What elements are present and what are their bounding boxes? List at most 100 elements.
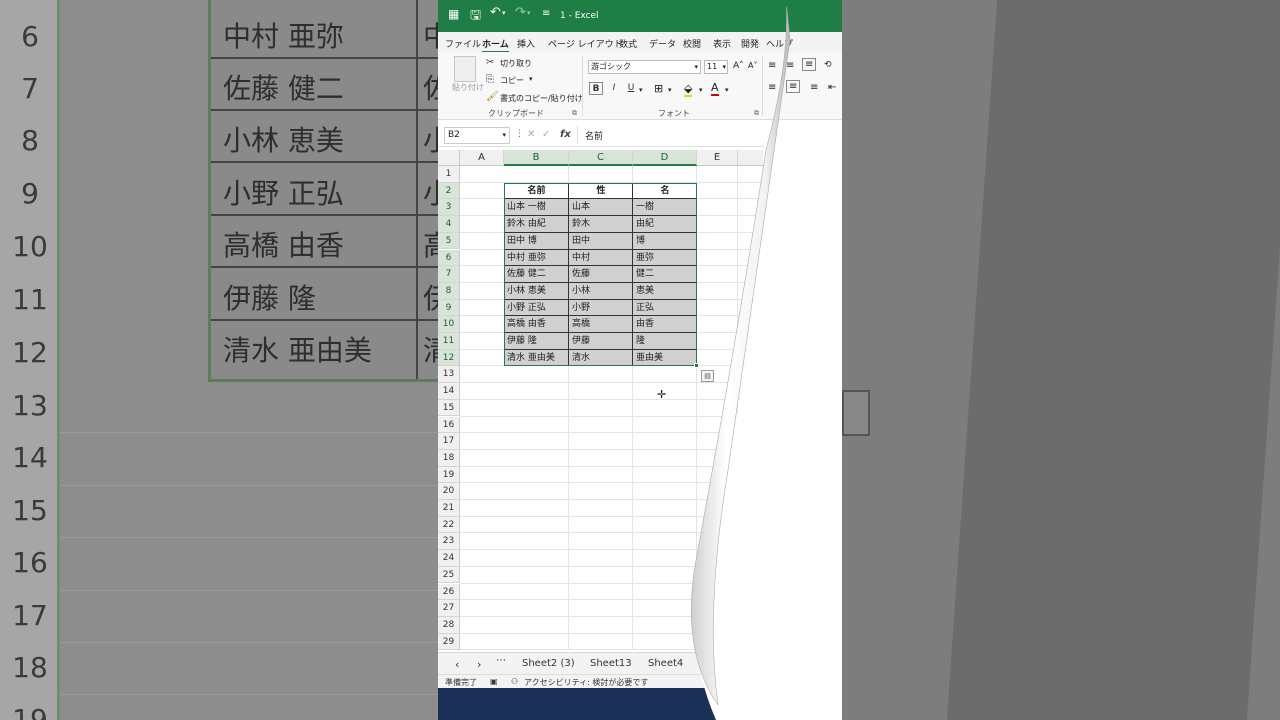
- table-cell[interactable]: 田中: [569, 232, 633, 250]
- column-header-g[interactable]: G: [794, 150, 842, 166]
- copy-dropdown-icon[interactable]: ▾: [529, 75, 533, 83]
- align-middle-icon[interactable]: ≡: [786, 60, 794, 71]
- table-cell[interactable]: 由香: [633, 316, 697, 333]
- row-header-16[interactable]: 16: [438, 416, 460, 434]
- cut-label[interactable]: 切り取り: [500, 58, 532, 69]
- row-header-11[interactable]: 11: [438, 333, 460, 350]
- tab-page-layout[interactable]: ページ レイアウト: [548, 37, 623, 50]
- fill-color-icon[interactable]: ⬙: [684, 82, 693, 97]
- row-header-17[interactable]: 17: [438, 433, 460, 450]
- align-center-icon[interactable]: ≡: [786, 80, 801, 93]
- row-header-10[interactable]: 10: [438, 316, 460, 333]
- tab-formulas[interactable]: 数式: [619, 37, 637, 50]
- table-cell[interactable]: 中村 亜弥: [504, 249, 569, 267]
- undo-icon[interactable]: ↶: [490, 5, 501, 20]
- bold-button[interactable]: B: [589, 82, 603, 95]
- tab-data[interactable]: データ: [649, 37, 676, 50]
- row-header-28[interactable]: 28: [438, 616, 460, 634]
- tab-file[interactable]: ファイル: [445, 37, 481, 50]
- paste-icon[interactable]: [454, 56, 476, 82]
- row-header-19[interactable]: 19: [438, 466, 460, 484]
- table-cell[interactable]: 正弘: [633, 299, 697, 317]
- font-size-select[interactable]: 11 ▾: [704, 60, 728, 74]
- table-cell[interactable]: 山本: [569, 199, 633, 217]
- row-header-29[interactable]: 29: [438, 633, 460, 650]
- format-painter-label[interactable]: 書式のコピー/貼り付け: [500, 93, 583, 104]
- row-header-2[interactable]: 2: [438, 182, 460, 200]
- tab-help[interactable]: ヘルプ: [766, 37, 793, 50]
- row-header-9[interactable]: 9: [438, 299, 460, 317]
- fill-handle[interactable]: [694, 363, 699, 369]
- row-header-4[interactable]: 4: [438, 216, 460, 233]
- font-name-select[interactable]: 游ゴシック ▾: [588, 60, 701, 74]
- name-box[interactable]: B2 ▾: [444, 127, 510, 144]
- quick-analysis-icon[interactable]: ▤: [701, 370, 714, 383]
- accessibility-status[interactable]: アクセシビリティ: 検討が必要です: [524, 677, 648, 688]
- row-header-7[interactable]: 7: [438, 266, 460, 283]
- table-cell[interactable]: 博: [633, 232, 697, 250]
- paste-label[interactable]: 貼り付け: [452, 82, 484, 93]
- borders-icon[interactable]: ⊞: [654, 82, 663, 95]
- tab-review[interactable]: 校閲: [683, 37, 701, 50]
- row-header-23[interactable]: 23: [438, 533, 460, 551]
- clipboard-launcher-icon[interactable]: ⧉: [572, 109, 577, 118]
- indent-icon[interactable]: ⇤: [828, 82, 836, 93]
- more-sheets-icon[interactable]: ⋯: [496, 655, 506, 666]
- table-cell[interactable]: 中村: [569, 249, 633, 267]
- underline-button[interactable]: U: [624, 82, 638, 95]
- table-header-cell[interactable]: 名: [633, 182, 697, 200]
- table-cell[interactable]: 清水: [569, 349, 633, 367]
- table-cell[interactable]: 鈴木: [569, 216, 633, 233]
- table-cell[interactable]: 由紀: [633, 216, 697, 233]
- font-color-dropdown-icon[interactable]: ▾: [725, 86, 729, 94]
- table-cell[interactable]: 恵美: [633, 282, 697, 300]
- column-header-d[interactable]: D: [633, 150, 697, 166]
- table-header-cell[interactable]: 性: [569, 182, 633, 200]
- sheet-tab[interactable]: Sheet2 (3): [522, 658, 575, 669]
- column-header-a[interactable]: A: [460, 150, 504, 166]
- align-left-icon[interactable]: ≡: [768, 82, 776, 93]
- orientation-icon[interactable]: ⟲: [824, 60, 832, 70]
- borders-dropdown-icon[interactable]: ▾: [668, 86, 672, 94]
- enter-icon[interactable]: ✓: [542, 129, 550, 140]
- tab-insert[interactable]: 挿入: [517, 37, 535, 50]
- tab-view[interactable]: 表示: [713, 37, 731, 50]
- column-header-c[interactable]: C: [569, 150, 633, 166]
- table-cell[interactable]: 亜弥: [633, 249, 697, 267]
- tab-home[interactable]: ホーム: [482, 37, 509, 53]
- copy-icon[interactable]: ⎘: [486, 74, 494, 85]
- table-cell[interactable]: 小野 正弘: [504, 299, 569, 317]
- copy-label[interactable]: コピー: [500, 75, 524, 86]
- align-top-icon[interactable]: ≡: [768, 60, 776, 71]
- save-icon[interactable]: 🖫: [470, 6, 481, 28]
- grow-font-button[interactable]: A˄: [733, 61, 744, 71]
- accessibility-icon[interactable]: ⚇: [511, 677, 518, 686]
- table-cell[interactable]: 清水 亜由美: [504, 349, 569, 367]
- row-header-22[interactable]: 22: [438, 516, 460, 534]
- row-header-25[interactable]: 25: [438, 566, 460, 584]
- column-header-e[interactable]: E: [697, 150, 738, 166]
- table-cell[interactable]: 佐藤 健二: [504, 266, 569, 283]
- row-header-20[interactable]: 20: [438, 483, 460, 500]
- table-cell[interactable]: 田中 博: [504, 232, 569, 250]
- table-cell[interactable]: 高橋 由香: [504, 316, 569, 333]
- cut-icon[interactable]: ✂: [486, 57, 494, 68]
- format-painter-icon[interactable]: 🖌: [486, 91, 499, 102]
- sheet-tab[interactable]: Sheet4: [648, 658, 683, 669]
- column-header-b[interactable]: B: [504, 150, 569, 166]
- sheet-tab[interactable]: t5: [720, 658, 730, 669]
- redo-dropdown-icon[interactable]: ▾: [527, 9, 531, 17]
- font-launcher-icon[interactable]: ⧉: [754, 109, 759, 118]
- row-header-6[interactable]: 6: [438, 249, 460, 267]
- row-header-21[interactable]: 21: [438, 500, 460, 517]
- redo-icon[interactable]: ↷: [515, 5, 526, 20]
- customize-icon[interactable]: ≡: [542, 8, 550, 19]
- insert-function-button[interactable]: fx: [560, 129, 571, 140]
- table-cell[interactable]: 鈴木 由紀: [504, 216, 569, 233]
- table-cell[interactable]: 一樹: [633, 199, 697, 217]
- table-cell[interactable]: 亜由美: [633, 349, 697, 367]
- row-header-1[interactable]: 1: [438, 166, 460, 183]
- row-header-13[interactable]: 13: [438, 366, 460, 384]
- table-cell[interactable]: 山本 一樹: [504, 199, 569, 217]
- sheet-tab[interactable]: Sheet13: [590, 658, 632, 669]
